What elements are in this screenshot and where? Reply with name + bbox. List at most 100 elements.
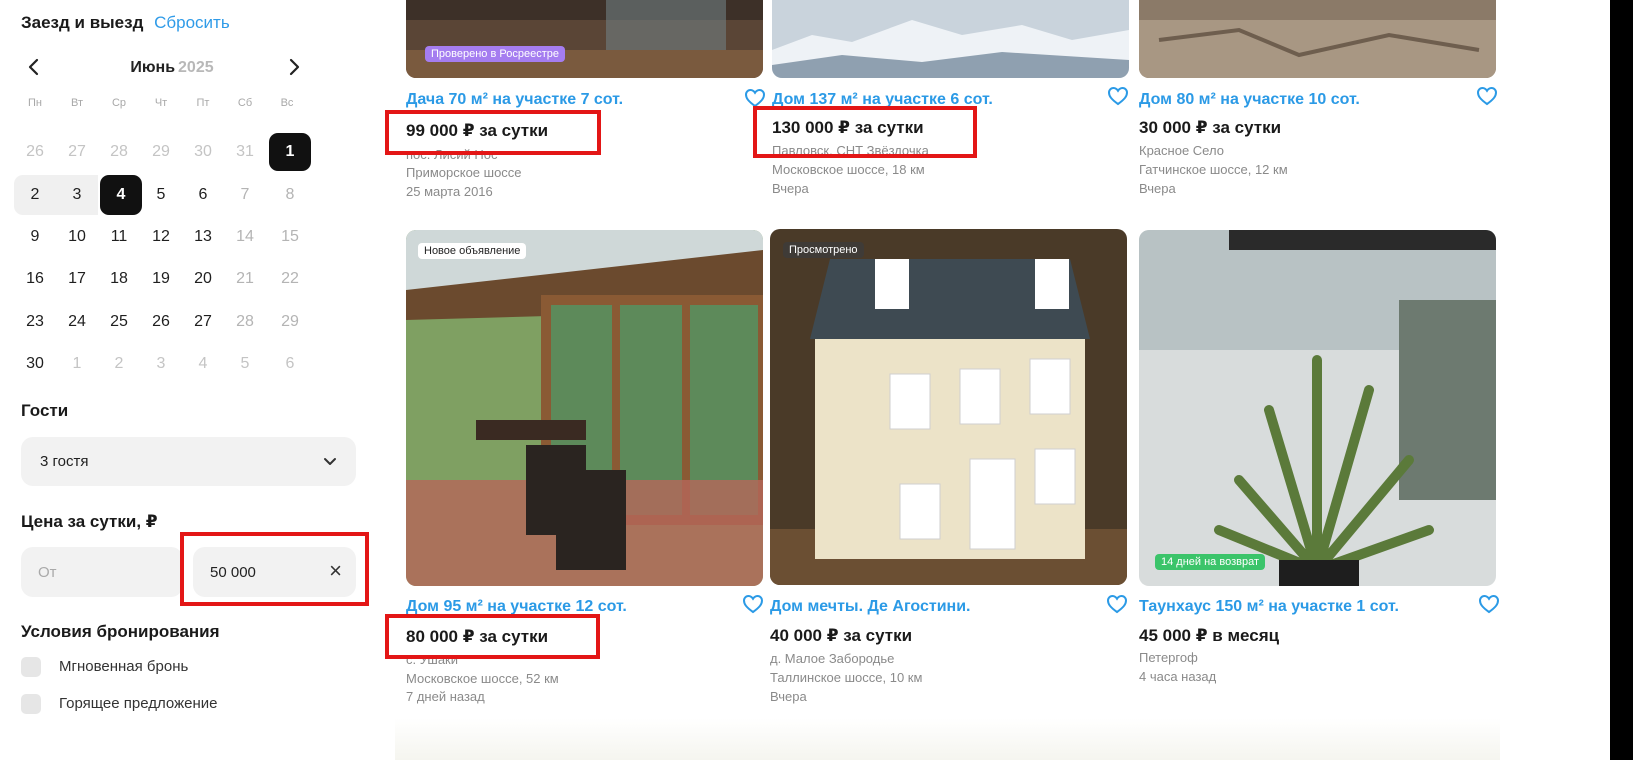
calendar-day[interactable]: 24 xyxy=(56,302,98,342)
calendar-day[interactable]: 1 xyxy=(56,344,98,384)
calendar-day[interactable]: 4 xyxy=(182,344,224,384)
calendar-day[interactable]: 5 xyxy=(224,344,266,384)
weekday-label: Сб xyxy=(237,97,253,109)
price-from-placeholder: От xyxy=(38,564,57,581)
listing-title[interactable]: Таунхаус 150 м² на участке 1 сот. xyxy=(1139,598,1399,616)
calendar-day[interactable]: 23 xyxy=(14,302,56,342)
listing-photo[interactable]: 14 дней на возврат xyxy=(1139,230,1496,586)
calendar-header: Июнь 2025 xyxy=(22,56,322,86)
heart-icon[interactable] xyxy=(1476,86,1498,111)
calendar-day[interactable]: 28 xyxy=(224,302,266,342)
heart-icon[interactable] xyxy=(1107,86,1129,111)
calendar-day[interactable]: 29 xyxy=(140,132,182,172)
calendar-day[interactable]: 19 xyxy=(140,259,182,299)
checkbox-box xyxy=(21,694,41,714)
calendar-day[interactable]: 6 xyxy=(269,344,311,384)
checkbox-box xyxy=(21,657,41,677)
calendar-day[interactable]: 27 xyxy=(182,302,224,342)
listing-card[interactable]: 14 дней на возврат Таунхаус 150 м² на уч… xyxy=(1139,230,1497,710)
calendar-day[interactable]: 28 xyxy=(98,132,140,172)
listing-price: 45 000 ₽ в месяц xyxy=(1139,626,1280,645)
heart-icon[interactable] xyxy=(1478,594,1500,619)
price-title: Цена за сутки, ₽ xyxy=(21,512,158,531)
calendar-day[interactable]: 30 xyxy=(182,132,224,172)
listing-photo[interactable]: Новое объявление xyxy=(406,230,763,586)
listing-photo-image xyxy=(770,229,1127,585)
heart-icon[interactable] xyxy=(742,594,764,619)
guests-value: 3 гостя xyxy=(40,453,89,470)
listing-card[interactable]: Дом 137 м² на участке 6 сот. 130 000 ₽ з… xyxy=(772,0,1130,210)
calendar-day[interactable]: 25 xyxy=(98,302,140,342)
highlight-box xyxy=(385,614,600,659)
calendar-day-checkout[interactable]: 4 xyxy=(100,175,142,215)
listing-title[interactable]: Дом мечты. Де Агостини. xyxy=(770,598,970,616)
listing-title[interactable]: Дача 70 м² на участке 7 сот. xyxy=(406,91,623,109)
listing-road: Московское шоссе, 52 км xyxy=(406,671,559,686)
listing-badge: 14 дней на возврат xyxy=(1155,554,1265,570)
highlight-box xyxy=(180,532,369,606)
calendar-day[interactable]: 16 xyxy=(14,259,56,299)
dates-section-title: Заезд и выезд Сбросить xyxy=(21,13,230,33)
listing-photo[interactable] xyxy=(772,0,1129,78)
calendar-day-in-range[interactable]: 3 xyxy=(56,175,98,215)
calendar-day[interactable]: 22 xyxy=(269,259,311,299)
calendar-day[interactable]: 20 xyxy=(182,259,224,299)
calendar-day[interactable]: 5 xyxy=(140,175,182,215)
weekday-label: Ср xyxy=(111,97,127,109)
weekday-label: Вс xyxy=(280,97,294,109)
guests-select[interactable]: 3 гостя xyxy=(21,437,356,486)
calendar-day[interactable]: 6 xyxy=(182,175,224,215)
calendar-day[interactable]: 14 xyxy=(224,217,266,257)
listing-road: Гатчинское шоссе, 12 км xyxy=(1139,162,1288,177)
listing-photo[interactable]: Проверено в Росреестре xyxy=(406,0,763,78)
calendar-day[interactable]: 13 xyxy=(182,217,224,257)
listing-price: 40 000 ₽ за сутки xyxy=(770,626,913,645)
calendar-day[interactable]: 30 xyxy=(14,344,56,384)
reset-dates-link[interactable]: Сбросить xyxy=(154,13,230,32)
listing-date: 7 дней назад xyxy=(406,689,485,704)
listing-card[interactable]: Просмотрено Дом мечты. Де Агостини. 40 0… xyxy=(770,229,1128,709)
calendar-day[interactable]: 12 xyxy=(140,217,182,257)
calendar-day[interactable]: 15 xyxy=(269,217,311,257)
checkbox-label: Горящее предложение xyxy=(59,695,218,712)
scrollbar[interactable] xyxy=(1610,0,1633,760)
calendar-day[interactable]: 21 xyxy=(224,259,266,299)
listing-photo-image xyxy=(406,0,763,78)
calendar-day[interactable]: 18 xyxy=(98,259,140,299)
listing-road: Московское шоссе, 18 км xyxy=(772,162,925,177)
calendar-day[interactable]: 8 xyxy=(269,175,311,215)
dates-title-text: Заезд и выезд xyxy=(21,13,144,32)
calendar-day[interactable]: 3 xyxy=(140,344,182,384)
listing-road: Таллинское шоссе, 10 км xyxy=(770,670,923,685)
price-from-input[interactable]: От xyxy=(21,547,183,597)
calendar-day-checkin[interactable]: 1 xyxy=(269,133,311,171)
listing-badge: Проверено в Росреестре xyxy=(425,46,565,62)
calendar-next-button[interactable] xyxy=(282,56,306,84)
calendar-day[interactable]: 7 xyxy=(224,175,266,215)
listing-photo-image xyxy=(1139,230,1496,586)
calendar-day[interactable]: 10 xyxy=(56,217,98,257)
calendar-day[interactable]: 27 xyxy=(56,132,98,172)
calendar-day[interactable]: 29 xyxy=(269,302,311,342)
listing-price: 30 000 ₽ за сутки xyxy=(1139,118,1282,137)
calendar-day[interactable]: 26 xyxy=(140,302,182,342)
filters-sidebar: Заезд и выезд Сбросить Июнь 2025 Пн Вт Ср… xyxy=(0,0,390,760)
calendar-day[interactable]: 26 xyxy=(14,132,56,172)
listing-location: д. Малое Забородье xyxy=(770,651,895,666)
listing-title[interactable]: Дом 80 м² на участке 10 сот. xyxy=(1139,91,1360,109)
chevron-down-icon xyxy=(320,450,340,477)
calendar-day-in-range[interactable]: 2 xyxy=(14,175,56,215)
heart-icon[interactable] xyxy=(1106,594,1128,619)
listing-date: 4 часа назад xyxy=(1139,669,1217,684)
listing-card[interactable]: Проверено в Росреестре Дача 70 м² на уча… xyxy=(406,0,764,210)
listing-badge: Просмотрено xyxy=(783,242,864,258)
listing-card[interactable]: Дом 80 м² на участке 10 сот. 30 000 ₽ за… xyxy=(1139,0,1497,210)
calendar-day[interactable]: 11 xyxy=(98,217,140,257)
calendar-day[interactable]: 17 xyxy=(56,259,98,299)
calendar-day[interactable]: 9 xyxy=(14,217,56,257)
calendar-day[interactable]: 2 xyxy=(98,344,140,384)
listing-photo[interactable] xyxy=(1139,0,1496,78)
listing-photo[interactable]: Просмотрено xyxy=(770,229,1127,585)
weekday-label: Пт xyxy=(196,97,210,109)
calendar-day[interactable]: 31 xyxy=(224,132,266,172)
